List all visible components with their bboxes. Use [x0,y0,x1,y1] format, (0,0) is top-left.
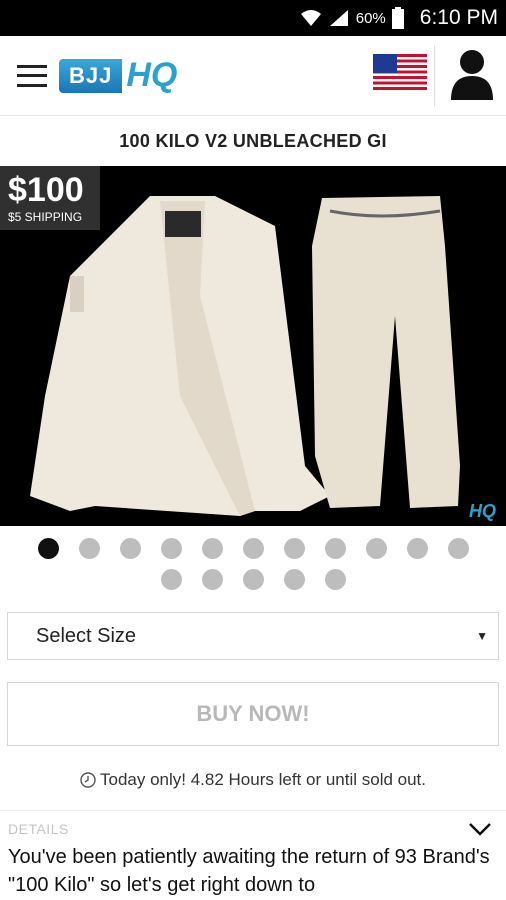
carousel-dot[interactable] [201,569,223,590]
battery-icon [391,7,404,29]
shipping-cost: $5 SHIPPING [8,210,83,224]
signal-icon [329,10,348,26]
carousel-dot[interactable] [283,569,305,590]
wifi-icon [300,10,321,26]
carousel-dot[interactable] [78,538,100,559]
logo-bjj: BJJ [59,58,123,93]
status-bar: 60% 6:10 PM [0,0,506,36]
us-flag-icon[interactable] [373,54,427,90]
carousel-dot[interactable] [242,569,264,590]
carousel-dot[interactable] [283,538,305,559]
product-title: 100 KILO V2 UNBLEACHED GI [119,130,387,151]
carousel-dot[interactable] [37,538,59,559]
product-image[interactable]: $100 $5 SHIPPING HQ [0,166,506,526]
hamburger-icon[interactable] [17,64,47,87]
carousel-dot[interactable] [447,538,469,559]
battery-percent: 60% [355,9,386,27]
carousel-dot[interactable] [160,569,182,590]
carousel-indicators [0,526,506,590]
buy-now-button[interactable]: BUY NOW! [7,682,499,746]
carousel-dot[interactable] [242,538,264,559]
logo-hq: HQ [126,56,178,94]
details-text: You've been patiently awaiting the retur… [8,846,490,896]
clock-icon [80,772,96,788]
details-label: DETAILS [8,821,69,837]
countdown-text: Today only! 4.82 Hours left or until sol… [99,770,426,789]
size-select-value: Select Size [36,624,137,647]
carousel-dot[interactable] [119,538,141,559]
appbar-divider [434,46,435,106]
carousel-dot[interactable] [160,538,182,559]
price-badge: $100 $5 SHIPPING [0,166,100,230]
size-select[interactable]: Select Size ▼ [7,612,499,660]
image-watermark: HQ [469,501,496,521]
account-icon[interactable] [449,48,495,100]
carousel-dot[interactable] [324,538,346,559]
clock: 6:10 PM [419,6,498,29]
details-header[interactable]: DETAILS [0,811,506,837]
caret-down-icon: ▼ [476,629,488,643]
carousel-dot[interactable] [406,538,428,559]
brand-logo[interactable]: BJJ HQ [59,56,177,95]
countdown-message: Today only! 4.82 Hours left or until sol… [0,770,506,790]
app-bar: BJJ HQ [0,36,506,116]
chevron-down-icon[interactable] [468,822,492,836]
carousel-dot[interactable] [201,538,223,559]
carousel-dot[interactable] [324,569,346,590]
carousel-dot[interactable] [365,538,387,559]
price-value: $100 [8,171,84,209]
